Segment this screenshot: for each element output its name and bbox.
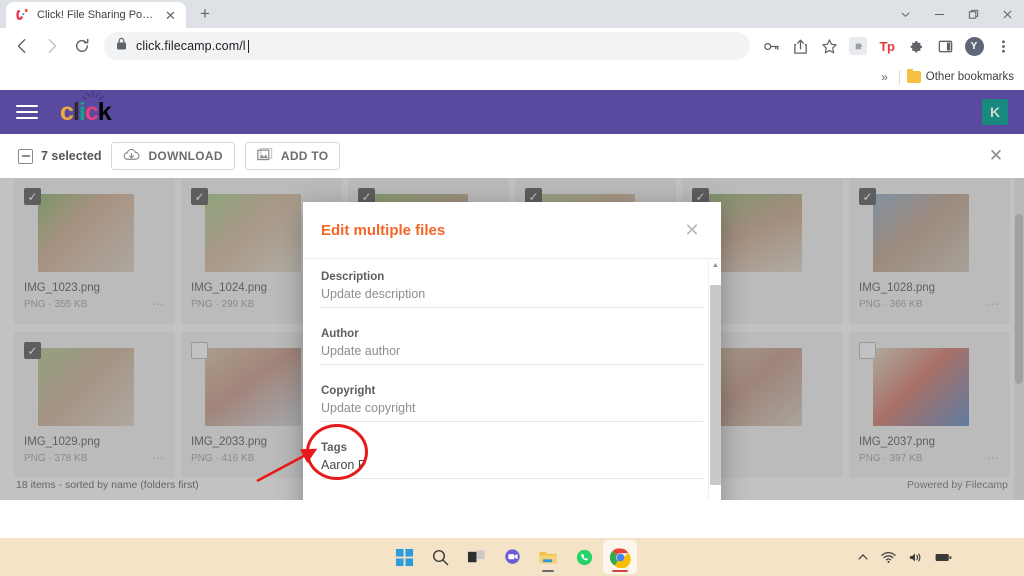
selected-count-label: 7 selected [41, 149, 102, 163]
logo-letter-5: k [97, 97, 112, 126]
profile-avatar[interactable]: Y [961, 33, 987, 59]
other-bookmarks-folder[interactable]: Other bookmarks [906, 69, 1014, 83]
edit-multiple-files-dialog: Edit multiple files ✕ Description Update… [303, 202, 721, 500]
logo-letter-4: c [84, 97, 99, 126]
close-action-bar-icon[interactable]: ✕ [986, 146, 1006, 166]
bookmarks-overflow-icon[interactable]: » [877, 70, 892, 84]
browser-toolbar-icons: Tp Y [758, 33, 1016, 59]
close-window-icon[interactable] [990, 0, 1024, 28]
browser-window: Click! File Sharing Portal ✕ + click.fil… [0, 0, 1024, 538]
author-label: Author [321, 328, 359, 340]
star-icon[interactable] [816, 33, 842, 59]
download-button[interactable]: DOWNLOAD [111, 142, 235, 170]
other-bookmarks-label: Other bookmarks [925, 71, 1014, 83]
add-to-collection-icon [257, 147, 273, 165]
field-expire[interactable]: Expire Update expire date [321, 499, 703, 500]
dialog-scrollbar[interactable]: ▲ ▼ [708, 259, 721, 500]
add-to-label: ADD TO [280, 149, 329, 163]
maximize-icon[interactable] [956, 0, 990, 28]
folder-icon [906, 69, 921, 83]
key-icon[interactable] [758, 33, 784, 59]
cloud-download-icon [123, 148, 140, 165]
padlock-icon [116, 37, 127, 55]
system-tray [857, 551, 952, 564]
extension-box-icon[interactable] [845, 33, 871, 59]
selection-action-bar: 7 selected DOWNLOAD ADD TO ✕ [0, 134, 1024, 178]
user-avatar[interactable]: K [982, 99, 1008, 125]
download-label: DOWNLOAD [148, 149, 223, 163]
selection-count[interactable]: 7 selected [18, 148, 102, 164]
file-explorer-button[interactable] [531, 540, 565, 574]
dialog-header: Edit multiple files ✕ [303, 202, 721, 258]
deselect-all-icon[interactable] [18, 148, 33, 164]
more-menu-icon[interactable] [990, 33, 1016, 59]
tags-input[interactable]: Aaron P [321, 458, 703, 479]
click-favicon-icon [16, 8, 30, 22]
url-text: click.filecamp.com/l [136, 39, 246, 53]
copyright-label: Copyright [321, 385, 376, 397]
task-view-button[interactable] [459, 540, 493, 574]
web-page: c l i c k K 7 selected DOWNLOAD ADD TO ✕… [0, 90, 1024, 500]
battery-icon[interactable] [935, 552, 952, 563]
browser-tab[interactable]: Click! File Sharing Portal ✕ [6, 2, 186, 28]
back-icon[interactable] [8, 32, 36, 60]
text-caret [247, 39, 249, 53]
field-copyright[interactable]: Copyright Update copyright [321, 385, 703, 422]
expire-date-input[interactable]: Update expire date [363, 499, 493, 500]
description-input[interactable]: Update description [321, 287, 703, 308]
start-button[interactable] [387, 540, 421, 574]
whatsapp-button[interactable] [567, 540, 601, 574]
teams-button[interactable] [495, 540, 529, 574]
window-controls [888, 0, 1024, 28]
click-logo[interactable]: c l i c k [60, 90, 112, 126]
forward-icon[interactable] [38, 32, 66, 60]
wifi-icon[interactable] [881, 551, 896, 564]
tags-label: Tags [321, 442, 347, 454]
tab-strip: Click! File Sharing Portal ✕ + [0, 0, 1024, 28]
search-button[interactable] [423, 540, 457, 574]
sidepanel-icon[interactable] [932, 33, 958, 59]
new-tab-button[interactable]: + [192, 1, 218, 27]
minimize-icon[interactable] [922, 0, 956, 28]
bookmarks-divider [898, 69, 900, 85]
field-tags[interactable]: Tags Aaron P [321, 442, 703, 479]
logo-letter-1: c [60, 97, 74, 126]
dialog-body: Description Update description Author Up… [303, 258, 721, 500]
description-label: Description [321, 271, 385, 283]
menu-icon[interactable] [16, 105, 38, 119]
dialog-scroll-thumb[interactable] [710, 285, 721, 485]
tab-search-chevron-icon[interactable] [888, 0, 922, 28]
tp-extension-icon[interactable]: Tp [874, 33, 900, 59]
windows-taskbar [0, 538, 1024, 576]
dialog-title: Edit multiple files [321, 221, 446, 239]
navigation-bar: click.filecamp.com/l Tp Y [0, 28, 1024, 64]
field-author[interactable]: Author Update author [321, 328, 703, 365]
expire-placeholder: Update expire date [363, 499, 469, 500]
tab-close-icon[interactable]: ✕ [163, 8, 178, 23]
logo-spark-icon [82, 90, 104, 100]
running-indicator [612, 570, 628, 572]
scroll-up-icon[interactable]: ▲ [709, 259, 721, 272]
add-to-button[interactable]: ADD TO [244, 142, 341, 170]
copyright-input[interactable]: Update copyright [321, 401, 703, 422]
chrome-button[interactable] [603, 540, 637, 574]
app-header: c l i c k K [0, 90, 1024, 134]
tab-title: Click! File Sharing Portal [37, 9, 156, 21]
author-input[interactable]: Update author [321, 344, 703, 365]
puzzle-icon[interactable] [903, 33, 929, 59]
volume-icon[interactable] [908, 551, 923, 564]
chevron-up-icon[interactable] [857, 551, 869, 563]
reload-icon[interactable] [68, 32, 96, 60]
address-bar[interactable]: click.filecamp.com/l [104, 32, 750, 60]
profile-initial: Y [964, 36, 984, 56]
field-description[interactable]: Description Update description [321, 271, 703, 308]
dialog-close-icon[interactable]: ✕ [681, 219, 703, 241]
bookmarks-bar: » Other bookmarks [0, 64, 1024, 90]
running-indicator [542, 570, 554, 572]
share-icon[interactable] [787, 33, 813, 59]
